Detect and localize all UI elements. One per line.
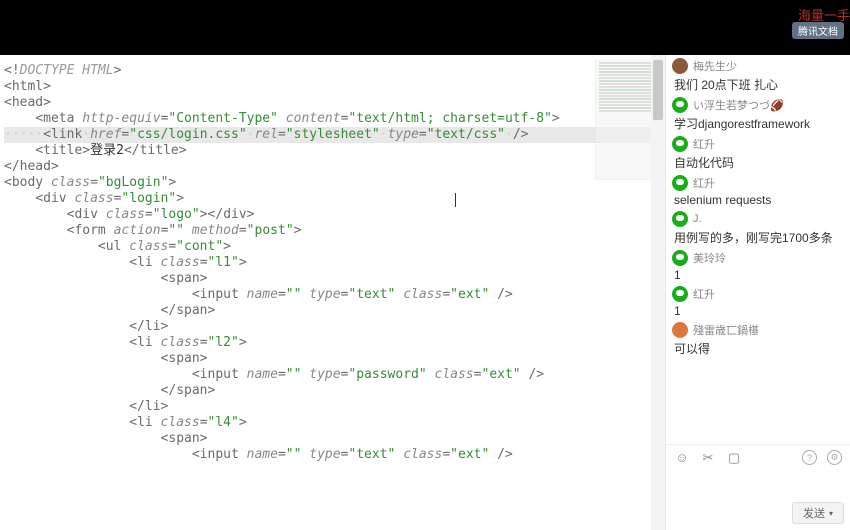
code-line: <!DOCTYPE HTML> <box>4 63 665 79</box>
chat-message-list[interactable]: 梅先生少我们 20点下班 扎心い浮生若梦つづ🏈 学习djangorestframe… <box>666 55 850 444</box>
chat-username: 殘雷歳匸鍋樭 <box>693 322 759 338</box>
code-line: <li class="l1"> <box>4 255 665 271</box>
chat-item: 红升 1 <box>672 286 844 318</box>
doc-badge[interactable]: 腾讯文档 <box>792 22 844 39</box>
chat-input-area[interactable]: 发送 ▾ <box>666 470 850 530</box>
chat-message: 用例写的多，刚写完1700多条 <box>672 229 844 246</box>
code-line: <input name="" type="text" class="ext" /… <box>4 447 665 463</box>
avatar[interactable] <box>672 97 688 113</box>
code-line: <ul class="cont"> <box>4 239 665 255</box>
code-line: </span> <box>4 303 665 319</box>
chat-user-row: 殘雷歳匸鍋樭 <box>672 322 844 338</box>
settings-icon[interactable]: ⚙ <box>827 450 842 465</box>
editor-scrollbar[interactable] <box>651 55 665 530</box>
chat-message: 1 <box>672 304 844 318</box>
code-line: <li class="l4"> <box>4 415 665 431</box>
avatar[interactable] <box>672 322 688 338</box>
code-line: <span> <box>4 351 665 367</box>
avatar[interactable] <box>672 58 688 74</box>
code-line: <span> <box>4 271 665 287</box>
chat-user-row: い浮生若梦つづ🏈 <box>672 97 844 113</box>
chat-item: 红升 selenium requests <box>672 175 844 207</box>
code-line: </span> <box>4 383 665 399</box>
chat-user-row: J. <box>672 211 844 227</box>
code-line: </li> <box>4 319 665 335</box>
code-line: </head> <box>4 159 665 175</box>
chat-username: J. <box>693 213 702 225</box>
top-bar: 海量一手 <box>0 0 850 55</box>
code-line: <input name="" type="password" class="ex… <box>4 367 665 383</box>
code-line: <div class="logo"></div> <box>4 207 665 223</box>
code-line: <body class="bgLogin"> <box>4 175 665 191</box>
chat-username: 红升 <box>693 286 715 302</box>
chat-user-row: 红升 <box>672 136 844 152</box>
chat-user-row: 红升 <box>672 175 844 191</box>
code-line-selected: ·····<link·href="css/login.css"·rel="sty… <box>4 127 665 143</box>
image-icon[interactable]: ▢ <box>726 450 742 466</box>
chat-username: 红升 <box>693 136 715 152</box>
code-line: <head> <box>4 95 665 111</box>
chat-user-row: 梅先生少 <box>672 58 844 74</box>
chat-message: 自动化代码 <box>672 154 844 171</box>
chat-username: 梅先生少 <box>693 58 737 74</box>
code-line: <div class="login"> <box>4 191 665 207</box>
chat-username: 美玲玲 <box>693 250 726 266</box>
avatar[interactable] <box>672 211 688 227</box>
chat-message: 我们 20点下班 扎心 <box>672 76 844 93</box>
send-button[interactable]: 发送 ▾ <box>792 502 844 524</box>
scrollbar-thumb[interactable] <box>653 60 663 120</box>
chat-panel: 腾讯文档 梅先生少我们 20点下班 扎心い浮生若梦つづ🏈学习djangorest… <box>665 55 850 530</box>
scissors-icon[interactable]: ✂ <box>700 450 716 466</box>
chat-item: 梅先生少我们 20点下班 扎心 <box>672 58 844 93</box>
code-editor[interactable]: <!DOCTYPE HTML> <html> <head> <meta http… <box>0 55 665 530</box>
help-icon[interactable]: ? <box>802 450 817 465</box>
code-line: <input name="" type="text" class="ext" /… <box>4 287 665 303</box>
chat-item: 美玲玲 1 <box>672 250 844 282</box>
chat-message: selenium requests <box>672 193 844 207</box>
chat-message: 1 <box>672 268 844 282</box>
code-line: <span> <box>4 431 665 447</box>
chat-item: 红升自动化代码 <box>672 136 844 171</box>
chat-message: 学习djangorestframework <box>672 115 844 132</box>
chat-item: J. 用例写的多，刚写完1700多条 <box>672 211 844 246</box>
chat-message: 可以得 <box>672 340 844 357</box>
chat-item: い浮生若梦つづ🏈 学习djangorestframework <box>672 97 844 132</box>
avatar[interactable] <box>672 286 688 302</box>
code-line: <li class="l2"> <box>4 335 665 351</box>
avatar[interactable] <box>672 250 688 266</box>
text-caret <box>455 193 456 207</box>
code-line: </li> <box>4 399 665 415</box>
code-line: <title>登录2</title> <box>4 143 665 159</box>
avatar[interactable] <box>672 175 688 191</box>
code-line: <form action="" method="post"> <box>4 223 665 239</box>
chat-user-row: 美玲玲 <box>672 250 844 266</box>
chat-username: 红升 <box>693 175 715 191</box>
emoji-icon[interactable]: ☺ <box>674 450 690 466</box>
avatar[interactable] <box>672 136 688 152</box>
chat-username: い浮生若梦つづ🏈 <box>693 97 784 113</box>
chat-toolbar: ☺ ✂ ▢ ? ⚙ <box>666 444 850 470</box>
chat-item: 殘雷歳匸鍋樭可以得 <box>672 322 844 357</box>
main-area: <!DOCTYPE HTML> <html> <head> <meta http… <box>0 55 850 530</box>
code-line: <meta http-equiv="Content-Type" content=… <box>4 111 665 127</box>
chat-user-row: 红升 <box>672 286 844 302</box>
code-line: <html> <box>4 79 665 95</box>
